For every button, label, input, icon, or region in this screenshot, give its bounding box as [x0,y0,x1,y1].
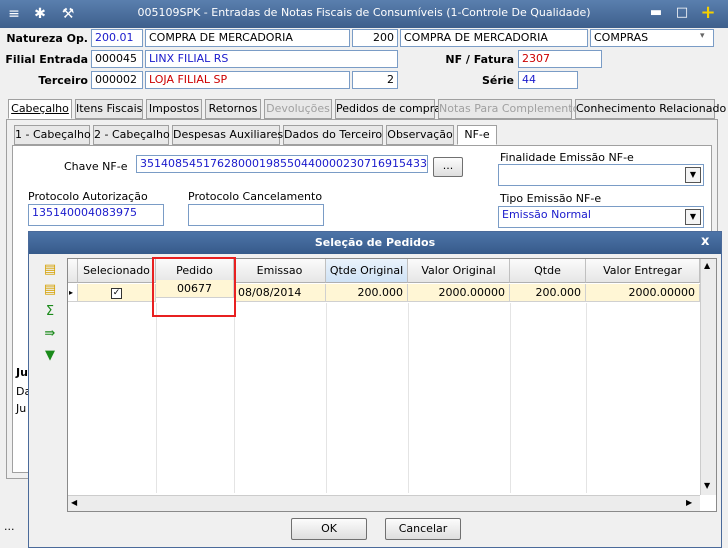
terceiro-num-field[interactable]: 2 [352,71,398,89]
row-valor-original: 2000.00000 [408,284,510,302]
col-emissao[interactable]: Emissao [234,259,326,283]
chevron-down-icon[interactable]: ▼ [685,167,701,183]
scroll-left-icon[interactable]: ◀ [71,498,77,507]
nf-label: NF / Fatura [445,53,514,66]
natureza-num-field[interactable]: 200 [352,29,398,47]
chevron-down-icon[interactable]: ▾ [700,31,705,41]
natureza-desc2-field[interactable]: COMPRA DE MERCADORIA [400,29,588,47]
maximize-button[interactable]: □ [672,4,692,22]
move-down-icon[interactable]: ▼ [41,348,59,364]
nf-field[interactable]: 2307 [518,50,602,68]
col-valor-entregar[interactable]: Valor Entregar [586,259,700,283]
chave-field[interactable]: 3514085451762800019855044000023071691543… [136,155,428,173]
row-valor-entregar: 2000.00000 [586,284,700,302]
tab-dados-terceiro[interactable]: Dados do Terceiro [283,125,383,145]
row-emissao: 08/08/2014 [234,284,326,302]
dialog-title: Seleção de Pedidos [29,232,721,254]
row-pointer-icon: ▸ [68,284,78,302]
scroll-right-icon[interactable]: ▶ [686,498,692,507]
tab-2-cabecalho[interactable]: 2 - Cabeçalho [93,125,170,145]
col-divider [156,303,157,493]
col-selecionado[interactable]: Selecionado [78,259,156,283]
tab-cabecalho[interactable]: Cabeçalho [8,99,72,119]
terceiro-label: Terceiro [38,74,88,87]
tab-devolucoes[interactable]: Devoluções [264,99,332,119]
natureza-code-field[interactable]: 200.01 [91,29,143,47]
sum-icon[interactable]: Σ [41,304,59,320]
add-row-icon[interactable]: ▤ [41,262,59,278]
vertical-scrollbar[interactable]: ▲ ▼ [700,259,716,495]
minimize-button[interactable]: ▬ [646,4,666,22]
protocolo-label: Protocolo Autorização [28,190,148,203]
terceiro-desc-field[interactable]: LOJA FILIAL SP [145,71,350,89]
tab-despesas[interactable]: Despesas Auxiliares [172,125,283,145]
tab-observacao[interactable]: Observação [386,125,454,145]
col-valor-original[interactable]: Valor Original [408,259,510,283]
tab-1-cabecalho[interactable]: 1 - Cabeçalho [14,125,91,145]
natureza-desc-field[interactable]: COMPRA DE MERCADORIA [145,29,350,47]
tab-notas-complemento[interactable]: Notas Para Complemento [438,99,579,119]
fragment-ju: Ju [16,366,28,379]
chave-more-button[interactable]: ... [433,157,463,177]
tipo-emissao-label: Tipo Emissão NF-e [500,192,602,205]
col-divider [408,303,409,493]
filial-code-field[interactable]: 000045 [91,50,143,68]
chave-label: Chave NF-e [64,160,128,173]
window-title: 005109SPK - Entradas de Notas Fiscais de… [137,6,591,19]
filial-label: Filial Entrada [5,53,88,66]
remove-row-icon[interactable]: ▤ [41,282,59,298]
tab-retornos[interactable]: Retornos [205,99,261,119]
table-row-selected-cell[interactable]: ✓ [78,284,156,302]
tab-itens-fiscais[interactable]: Itens Fiscais [75,99,143,119]
serie-label: Série [481,74,514,87]
pedidos-grid: Selecionado Pedido Emissao Qtde Original… [67,257,717,512]
row-indicator-header [68,259,78,283]
terceiro-code-field[interactable]: 000002 [91,71,143,89]
add-icon[interactable]: + [698,4,718,22]
fragment-ju2: Ju [16,402,27,415]
finalidade-select[interactable] [498,164,704,186]
filial-desc-field[interactable]: LINX FILIAL RS [145,50,398,68]
title-bar: ≡ ✱ ⚒ 005109SPK - Entradas de Notas Fisc… [0,0,728,28]
col-qtde-entregar[interactable]: Qtde Entregar [510,259,586,301]
finalidade-label: Finalidade Emissão NF-e [500,151,634,164]
col-divider [234,303,235,493]
export-icon[interactable]: ⇛ [41,326,59,342]
cancelar-button[interactable]: Cancelar [385,518,461,540]
tab-nfe[interactable]: NF-e [457,125,497,145]
serie-field[interactable]: 44 [518,71,578,89]
row-qtde-original: 200.000 [326,284,408,302]
close-icon[interactable]: x [701,234,709,249]
tab-conhecimento[interactable]: Conhecimento Relacionado [575,99,726,119]
selecao-pedidos-dialog: Seleção de Pedidos x ▤ ▤ Σ ⇛ ▼ Seleciona… [28,231,722,548]
col-divider [510,303,511,493]
chevron-down-icon[interactable]: ▼ [685,209,701,225]
col-qtde-original[interactable]: Qtde Original [326,259,408,283]
cancel-protocol-label: Protocolo Cancelamento [188,190,323,203]
col-divider [326,303,327,493]
col-divider [586,303,587,493]
horizontal-scrollbar[interactable]: ◀ ▶ [68,495,700,511]
row-checkbox[interactable]: ✓ [111,287,122,299]
pedido-highlight [152,257,236,317]
row-qtde-entregar: 200.000 [510,284,586,302]
scroll-down-icon[interactable]: ▼ [704,481,710,490]
tab-impostos[interactable]: Impostos [146,99,202,119]
ok-button[interactable]: OK [291,518,367,540]
fragment-dots: ... [4,520,15,533]
tab-pedidos-compra[interactable]: Pedidos de compra [335,99,441,119]
protocolo-field[interactable]: 135140004083975 [28,204,164,226]
cancel-protocol-field[interactable] [188,204,324,226]
tipo-select[interactable]: COMPRAS [590,29,714,47]
tipo-emissao-select[interactable]: Emissão Normal [498,206,704,228]
scroll-up-icon[interactable]: ▲ [704,261,710,270]
natureza-label: Natureza Op. [6,32,88,45]
